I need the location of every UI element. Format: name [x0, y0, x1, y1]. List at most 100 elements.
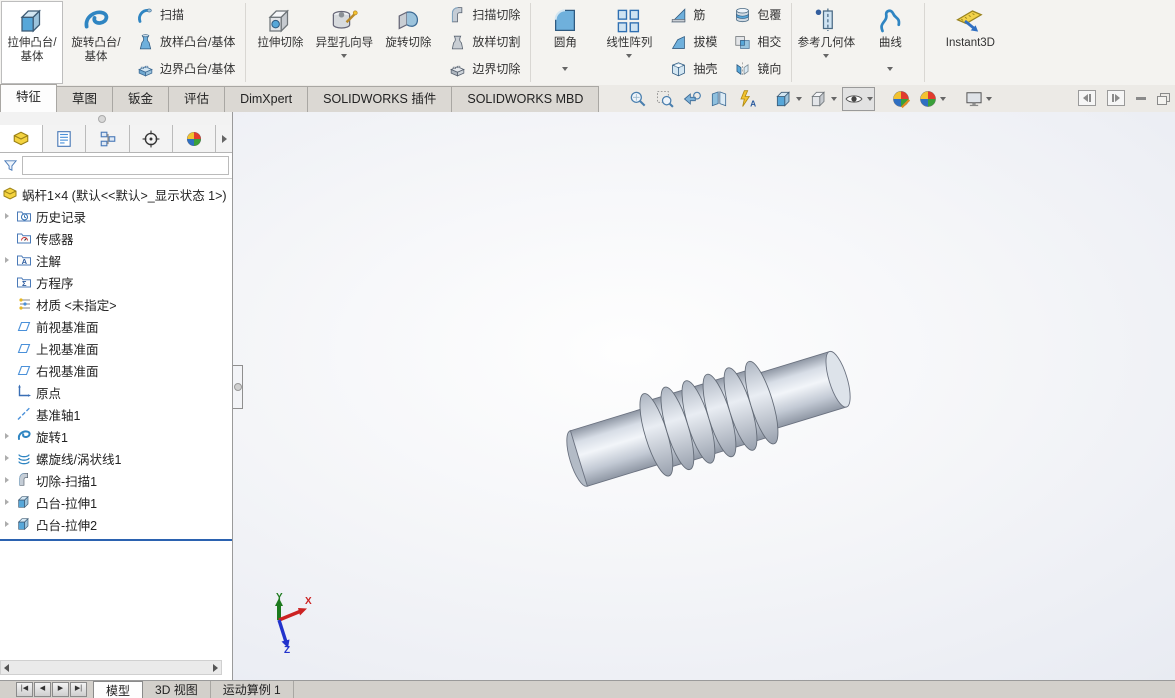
fillet-button[interactable]: 圆角: [534, 1, 596, 84]
worm-gear-model[interactable]: [558, 334, 858, 504]
tree-item-helix1[interactable]: 螺旋线/涡状线1: [0, 447, 232, 469]
tab-sketch[interactable]: 草图: [56, 86, 114, 112]
tab-dimxpert[interactable]: DimXpert: [224, 86, 309, 112]
panel-collapse-handle[interactable]: [233, 365, 243, 409]
collapse-left-button[interactable]: [1078, 90, 1096, 106]
tree-item-revolve1[interactable]: 旋转1: [0, 425, 232, 447]
dropdown-caret-icon[interactable]: [562, 66, 569, 71]
curves-button[interactable]: 曲线: [859, 1, 921, 84]
dropdown-caret-icon[interactable]: [626, 53, 633, 58]
minimize-button[interactable]: [1136, 96, 1146, 100]
configurationmanager-tab[interactable]: [86, 125, 130, 152]
dropdown-caret-icon[interactable]: [823, 53, 830, 58]
revolved-boss-base-button[interactable]: 旋转凸台/基体: [65, 1, 127, 84]
restore-button[interactable]: [1157, 92, 1170, 105]
display-style-button[interactable]: [807, 87, 839, 111]
edit-appearance-button[interactable]: [889, 87, 913, 111]
lofted-cut-button[interactable]: 放样切割: [444, 31, 524, 55]
dropdown-caret-icon[interactable]: [887, 66, 894, 71]
rollback-bar[interactable]: [0, 539, 232, 541]
dropdown-caret-icon[interactable]: [796, 96, 803, 101]
panel-splitter[interactable]: [0, 112, 232, 125]
expand-arrow-icon[interactable]: [5, 455, 9, 461]
dropdown-caret-icon[interactable]: [940, 96, 947, 101]
annotation-views-button[interactable]: A: [734, 87, 758, 111]
zoom-to-fit-button[interactable]: [626, 87, 650, 111]
next-study-button[interactable]: ▶: [52, 682, 69, 697]
expand-arrow-icon[interactable]: [5, 499, 9, 505]
tree-item-origin[interactable]: 原点: [0, 381, 232, 403]
motion-study-tab[interactable]: 运动算例 1: [211, 681, 294, 698]
tree-item-boss-extrude2[interactable]: 凸台-拉伸2: [0, 513, 232, 535]
first-study-button[interactable]: |◀: [16, 682, 33, 697]
expand-arrow-icon[interactable]: [5, 257, 9, 263]
extruded-cut-button[interactable]: 拉伸切除: [249, 1, 311, 84]
mirror-button[interactable]: 镜向: [729, 58, 785, 82]
previous-view-button[interactable]: [680, 87, 704, 111]
tree-item-boss-extrude1[interactable]: 凸台-拉伸1: [0, 491, 232, 513]
intersect-button[interactable]: 相交: [729, 31, 785, 55]
featuremanager-design-tree-tab[interactable]: [0, 125, 44, 152]
tab-sheet-metal[interactable]: 钣金: [112, 86, 170, 112]
part-icon: [12, 130, 30, 148]
tree-item-right-plane[interactable]: 右视基准面: [0, 359, 232, 381]
propertymanager-tab[interactable]: [43, 125, 87, 152]
scroll-right-icon[interactable]: [213, 663, 218, 672]
tab-solidworks-mbd[interactable]: SOLIDWORKS MBD: [451, 86, 600, 112]
model-tab[interactable]: 模型: [93, 681, 144, 698]
tree-item-history[interactable]: 历史记录: [0, 205, 232, 227]
dropdown-caret-icon[interactable]: [867, 96, 874, 101]
tree-item-cut-sweep1[interactable]: 切除-扫描1: [0, 469, 232, 491]
extruded-boss-base-button[interactable]: 拉伸凸台/基体: [1, 1, 63, 84]
dropdown-caret-icon[interactable]: [986, 96, 993, 101]
panel-expand-button[interactable]: [216, 125, 232, 152]
view-settings-button[interactable]: [962, 87, 994, 111]
tree-item-axis1[interactable]: 基准轴1: [0, 403, 232, 425]
dropdown-caret-icon[interactable]: [831, 96, 838, 101]
tree-item-equations[interactable]: Σ 方程序: [0, 271, 232, 293]
tree-item-sensors[interactable]: 传感器: [0, 227, 232, 249]
view-orientation-button[interactable]: [772, 87, 804, 111]
revolved-cut-button[interactable]: 旋转切除: [377, 1, 439, 84]
tree-horizontal-scrollbar[interactable]: [0, 660, 222, 675]
hole-wizard-button[interactable]: 异型孔向导: [313, 1, 375, 84]
previous-study-button[interactable]: ◀: [34, 682, 51, 697]
expand-arrow-icon[interactable]: [5, 213, 9, 219]
tree-item-front-plane[interactable]: 前视基准面: [0, 315, 232, 337]
linear-pattern-button[interactable]: 线性阵列: [598, 1, 660, 84]
expand-arrow-icon[interactable]: [5, 477, 9, 483]
tab-evaluate[interactable]: 评估: [168, 86, 226, 112]
dimxpertmanager-tab[interactable]: [130, 125, 173, 152]
last-study-button[interactable]: ▶|: [70, 682, 87, 697]
shell-button[interactable]: 抽壳: [665, 58, 721, 82]
hide-show-items-button[interactable]: [842, 86, 876, 111]
swept-boss-button[interactable]: 扫描: [132, 4, 239, 28]
boundary-cut-button[interactable]: 边界切除: [444, 58, 524, 82]
lofted-boss-base-button[interactable]: 放样凸台/基体: [132, 31, 239, 55]
tree-item-annotations[interactable]: A 注解: [0, 249, 232, 271]
boundary-boss-base-button[interactable]: 边界凸台/基体: [132, 58, 239, 82]
tree-root[interactable]: 蜗杆1×4 (默认<<默认>_显示状态 1>): [0, 183, 232, 205]
collapse-right-button[interactable]: [1107, 90, 1125, 106]
expand-arrow-icon[interactable]: [5, 521, 9, 527]
reference-geometry-button[interactable]: 参考几何体: [795, 1, 857, 84]
displaymanager-tab[interactable]: [173, 125, 217, 152]
dropdown-caret-icon[interactable]: [341, 53, 348, 58]
apply-scene-button[interactable]: [916, 87, 948, 111]
graphics-viewport[interactable]: Y X Z: [233, 112, 1175, 680]
zoom-to-area-button[interactable]: [653, 87, 677, 111]
wrap-button[interactable]: 包覆: [729, 4, 785, 28]
draft-button[interactable]: 拔模: [665, 31, 721, 55]
tree-item-top-plane[interactable]: 上视基准面: [0, 337, 232, 359]
rib-button[interactable]: 筋: [665, 4, 721, 28]
3d-views-tab[interactable]: 3D 视图: [143, 681, 211, 698]
swept-cut-button[interactable]: 扫描切除: [444, 4, 524, 28]
tab-solidworks-addins[interactable]: SOLIDWORKS 插件: [307, 86, 453, 112]
scroll-left-icon[interactable]: [4, 663, 9, 672]
section-view-button[interactable]: [707, 87, 731, 111]
instant3d-button[interactable]: Instant3D: [928, 1, 1012, 84]
tab-features[interactable]: 特征: [0, 84, 58, 112]
filter-input[interactable]: [22, 156, 229, 175]
tree-item-material[interactable]: 材质 <未指定>: [0, 293, 232, 315]
expand-arrow-icon[interactable]: [5, 433, 9, 439]
